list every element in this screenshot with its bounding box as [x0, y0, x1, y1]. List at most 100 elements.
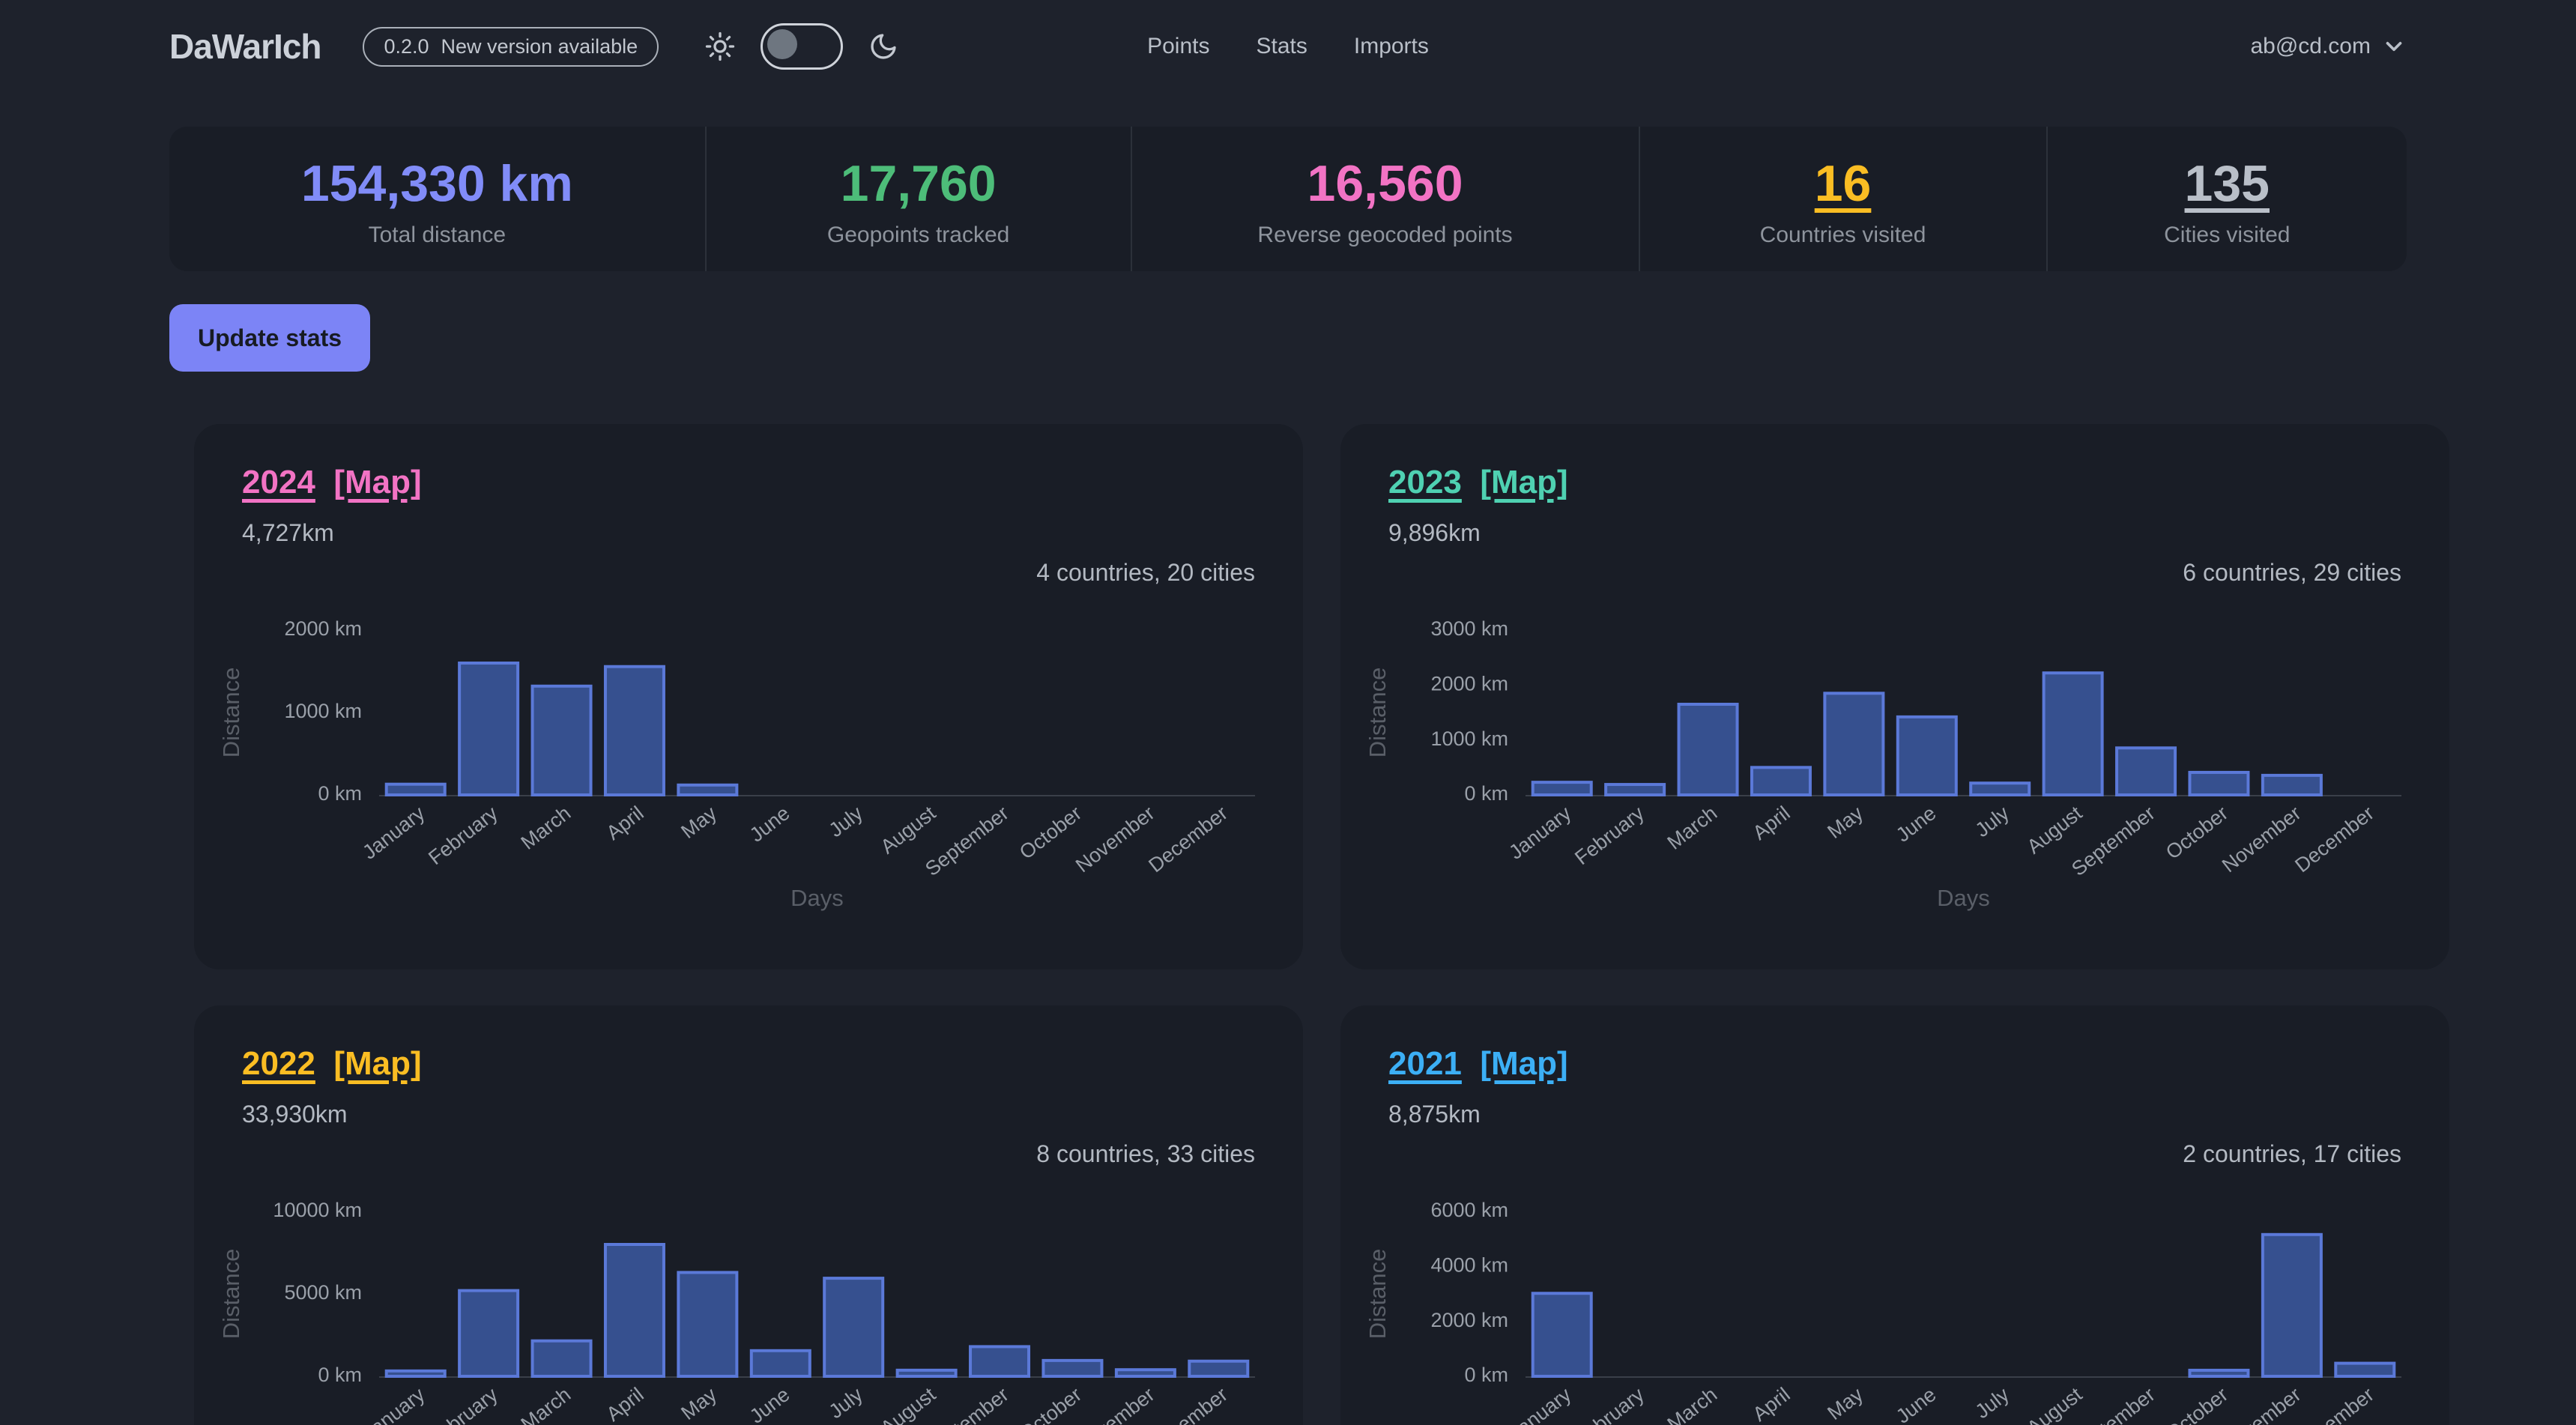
svg-text:October: October — [2162, 1383, 2232, 1425]
svg-text:April: April — [602, 1383, 648, 1425]
svg-text:April: April — [1749, 802, 1795, 844]
map-link[interactable]: [Map] — [1480, 464, 1567, 500]
sun-icon — [705, 31, 735, 61]
bar-chart-2023: 0 km 1000 km 2000 km 3000 km JanuaryFebruary… — [1355, 612, 2401, 919]
svg-text:February: February — [424, 802, 502, 869]
summary-text: 8 countries, 33 cities — [242, 1140, 1255, 1168]
summary-text: 2 countries, 17 cities — [1388, 1140, 2401, 1168]
svg-text:July: July — [1971, 802, 2014, 842]
svg-text:Distance: Distance — [1364, 1248, 1391, 1339]
stat-label: Geopoints tracked — [827, 223, 1009, 248]
svg-text:January: January — [358, 802, 429, 864]
year-card-2022: 2022 [Map] 33,930km 8 countries, 33 citi… — [194, 1005, 1303, 1425]
card-header: 2021 [Map] — [1388, 1044, 2401, 1084]
bar-chart-2022: 0 km5000 km10000 kmJanuaryFebruaryMarchA… — [209, 1193, 1255, 1425]
svg-text:August: August — [2023, 802, 2087, 859]
svg-text:May: May — [677, 802, 721, 843]
svg-text:December: December — [2291, 802, 2378, 877]
svg-text:January: January — [1505, 802, 1576, 864]
theme-switcher — [705, 23, 898, 70]
monthly-distance-chart: 0 km 1000 km 2000 km 3000 km JanuaryFebruary… — [1355, 612, 2401, 923]
svg-text:August: August — [2023, 1383, 2087, 1425]
svg-text:November: November — [2218, 802, 2306, 877]
svg-text:March: March — [517, 1383, 575, 1425]
summary-text: 4 countries, 20 cities — [242, 559, 1255, 587]
svg-text:March: March — [1663, 802, 1722, 854]
svg-text:6000 km: 6000 km — [1430, 1199, 1508, 1221]
svg-text:April: April — [602, 802, 648, 844]
stat-cities-visited: 135 Cities visited — [2046, 127, 2407, 271]
svg-text:November: November — [1071, 802, 1159, 877]
svg-text:0 km: 0 km — [318, 1364, 362, 1386]
cities-visited-link[interactable]: 135 — [2185, 154, 2270, 213]
version-badge[interactable]: 0.2.0 New version available — [363, 27, 659, 67]
version-number: 0.2.0 — [384, 35, 429, 58]
svg-text:October: October — [1015, 1383, 1086, 1425]
stat-label: Reverse geocoded points — [1257, 223, 1512, 248]
stats-panel: 154,330 km Total distance 17,760 Geopoin… — [169, 127, 2407, 271]
svg-text:2000 km: 2000 km — [1430, 1309, 1508, 1331]
year-card-2021: 2021 [Map] 8,875km 2 countries, 17 citie… — [1340, 1005, 2449, 1425]
update-stats-button[interactable]: Update stats — [169, 304, 370, 372]
svg-text:March: March — [1663, 1383, 1722, 1425]
nav-item-stats[interactable]: Stats — [1256, 34, 1307, 59]
svg-text:February: February — [1570, 1383, 1648, 1425]
version-message: New version available — [441, 35, 638, 58]
svg-text:August: August — [877, 1383, 940, 1425]
theme-toggle[interactable] — [761, 23, 843, 70]
nav-item-imports[interactable]: Imports — [1354, 34, 1429, 59]
year-card-2024: 2024 [Map] 4,727km 4 countries, 20 citie… — [194, 424, 1303, 969]
card-header: 2024 [Map] — [242, 463, 1255, 503]
svg-text:March: March — [517, 802, 575, 854]
monthly-distance-chart: 0 km5000 km10000 kmJanuaryFebruaryMarchA… — [209, 1193, 1255, 1425]
svg-text:April: April — [1749, 1383, 1795, 1425]
nav-item-points[interactable]: Points — [1147, 34, 1209, 59]
bar-chart-2024: 0 km1000 km2000 kmJanuaryFebruaryMarchAp… — [209, 612, 1255, 919]
svg-text:November: November — [2218, 1383, 2306, 1425]
svg-text:0 km: 0 km — [1464, 782, 1508, 805]
card-header: 2023 [Map] — [1388, 463, 2401, 503]
svg-text:December: December — [1144, 1383, 1232, 1425]
year-link[interactable]: 2023 — [1388, 464, 1462, 500]
svg-text:January: January — [358, 1383, 429, 1425]
year-link[interactable]: 2022 — [242, 1045, 315, 1082]
svg-text:4000 km: 4000 km — [1430, 1253, 1508, 1276]
svg-text:2000 km: 2000 km — [1430, 672, 1508, 695]
svg-text:Days: Days — [790, 885, 844, 911]
svg-text:1000 km: 1000 km — [1430, 727, 1508, 750]
top-navbar: DaWarIch 0.2.0 New version available — [0, 0, 2576, 93]
svg-text:May: May — [1823, 1383, 1867, 1424]
summary-text: 6 countries, 29 cities — [1388, 559, 2401, 587]
svg-text:June: June — [746, 802, 794, 847]
distance-text: 4,727km — [242, 519, 1255, 547]
svg-text:February: February — [424, 1383, 502, 1425]
user-menu[interactable]: ab@cd.com — [2250, 34, 2407, 59]
svg-text:July: July — [1971, 1383, 2014, 1424]
svg-text:October: October — [2162, 802, 2232, 864]
svg-text:3000 km: 3000 km — [1430, 617, 1508, 640]
svg-text:Distance: Distance — [218, 1248, 244, 1339]
svg-text:Distance: Distance — [1364, 667, 1391, 757]
svg-text:Days: Days — [1937, 885, 1990, 911]
user-email: ab@cd.com — [2250, 34, 2371, 59]
map-link[interactable]: [Map] — [333, 464, 421, 500]
svg-text:July: July — [825, 1383, 868, 1424]
year-link[interactable]: 2021 — [1388, 1045, 1462, 1082]
map-link[interactable]: [Map] — [1480, 1045, 1567, 1082]
stat-reverse-geocoded: 16,560 Reverse geocoded points — [1131, 127, 1639, 271]
svg-text:0 km: 0 km — [1464, 1364, 1508, 1386]
stat-value: 16,560 — [1307, 154, 1463, 213]
map-link[interactable]: [Map] — [333, 1045, 421, 1082]
stat-label: Total distance — [369, 223, 506, 248]
chevron-down-icon — [2381, 34, 2407, 59]
svg-text:February: February — [1570, 802, 1648, 869]
svg-text:Distance: Distance — [218, 667, 244, 757]
main-content: 154,330 km Total distance 17,760 Geopoin… — [0, 127, 2576, 1425]
stat-label: Countries visited — [1760, 223, 1926, 248]
distance-text: 9,896km — [1388, 519, 2401, 547]
year-cards-grid: 2024 [Map] 4,727km 4 countries, 20 citie… — [194, 424, 2382, 1425]
countries-visited-link[interactable]: 16 — [1815, 154, 1872, 213]
monthly-distance-chart: 0 km2000 km4000 km6000 kmJanuaryFebruary… — [1355, 1193, 2401, 1425]
year-link[interactable]: 2024 — [242, 464, 315, 500]
svg-text:June: June — [1892, 802, 1941, 847]
